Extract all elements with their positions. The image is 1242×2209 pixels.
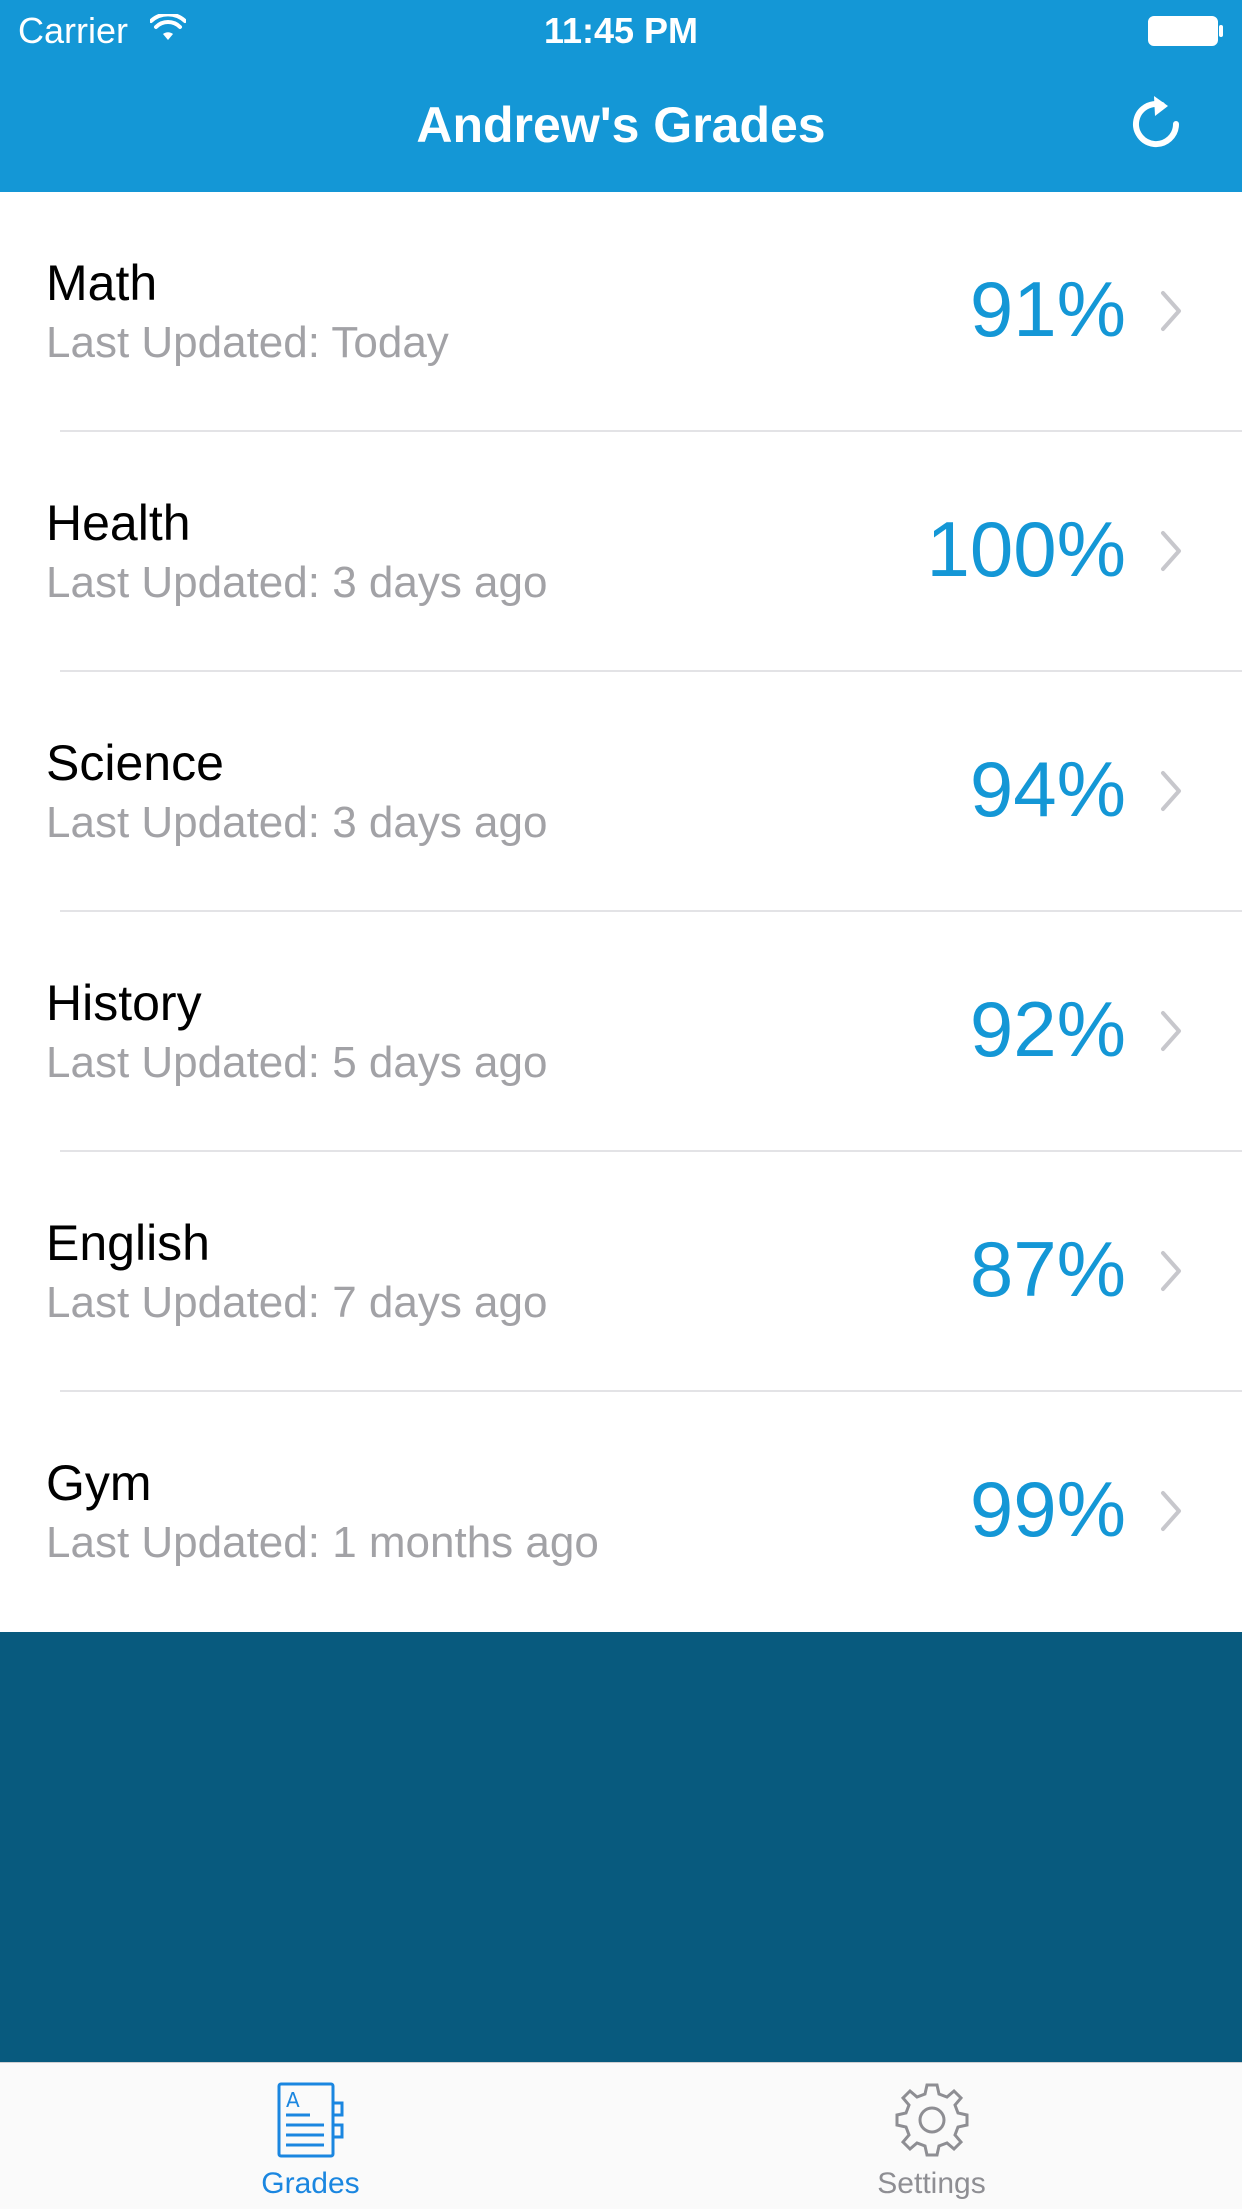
tab-grades[interactable]: A Grades xyxy=(0,2063,621,2209)
grade-row-math[interactable]: Math Last Updated: Today 91% xyxy=(0,192,1242,432)
subject-label: Science xyxy=(46,735,224,791)
last-updated-label: Last Updated: 5 days ago xyxy=(46,1038,548,1087)
svg-text:A: A xyxy=(286,2088,300,2112)
chevron-right-icon xyxy=(1160,1490,1182,1537)
last-updated-label: Last Updated: Today xyxy=(46,318,449,367)
empty-background-area xyxy=(0,1632,1242,2062)
grade-row-health[interactable]: Health Last Updated: 3 days ago 100% xyxy=(0,432,1242,672)
last-updated-label: Last Updated: 7 days ago xyxy=(46,1278,548,1327)
grade-value: 99% xyxy=(969,1465,1126,1553)
subject-label: Health xyxy=(46,495,191,551)
grade-value: 94% xyxy=(969,745,1126,833)
gear-icon xyxy=(621,2081,1242,2159)
status-bar: Carrier 11:45 PM xyxy=(0,0,1242,60)
status-time: 11:45 PM xyxy=(543,10,699,51)
subject-label: History xyxy=(46,975,202,1031)
grade-row-gym[interactable]: Gym Last Updated: 1 months ago 99% xyxy=(0,1392,1242,1632)
grade-value: 100% xyxy=(926,505,1127,593)
last-updated-label: Last Updated: 3 days ago xyxy=(46,558,548,607)
subject-label: Math xyxy=(46,255,158,311)
chevron-right-icon xyxy=(1160,770,1182,817)
last-updated-label: Last Updated: 3 days ago xyxy=(46,798,548,847)
subject-label: English xyxy=(46,1215,210,1271)
grades-document-icon: A xyxy=(0,2081,621,2159)
refresh-button[interactable] xyxy=(1120,90,1192,162)
grade-row-english[interactable]: English Last Updated: 7 days ago 87% xyxy=(0,1152,1242,1392)
tab-label-grades: Grades xyxy=(261,2167,360,2200)
tab-settings[interactable]: Settings xyxy=(621,2063,1242,2209)
grade-value: 91% xyxy=(969,265,1126,353)
grade-value: 92% xyxy=(969,985,1126,1073)
battery-icon xyxy=(1148,16,1224,51)
grade-row-science[interactable]: Science Last Updated: 3 days ago 94% xyxy=(0,672,1242,912)
chevron-right-icon xyxy=(1160,530,1182,577)
page-title: Andrew's Grades xyxy=(416,97,826,153)
chevron-right-icon xyxy=(1160,1250,1182,1297)
tab-label-settings: Settings xyxy=(877,2167,986,2200)
chevron-right-icon xyxy=(1160,290,1182,337)
subject-label: Gym xyxy=(46,1455,152,1511)
grade-value: 87% xyxy=(969,1225,1126,1313)
chevron-right-icon xyxy=(1160,1010,1182,1057)
grades-list: Math Last Updated: Today 91% Health Last… xyxy=(0,192,1242,1632)
tab-bar: A Grades Settings xyxy=(0,2062,1242,2209)
refresh-icon xyxy=(1124,92,1188,161)
navigation-bar: Andrew's Grades xyxy=(0,60,1242,192)
last-updated-label: Last Updated: 1 months ago xyxy=(46,1518,599,1567)
grade-row-history[interactable]: History Last Updated: 5 days ago 92% xyxy=(0,912,1242,1152)
